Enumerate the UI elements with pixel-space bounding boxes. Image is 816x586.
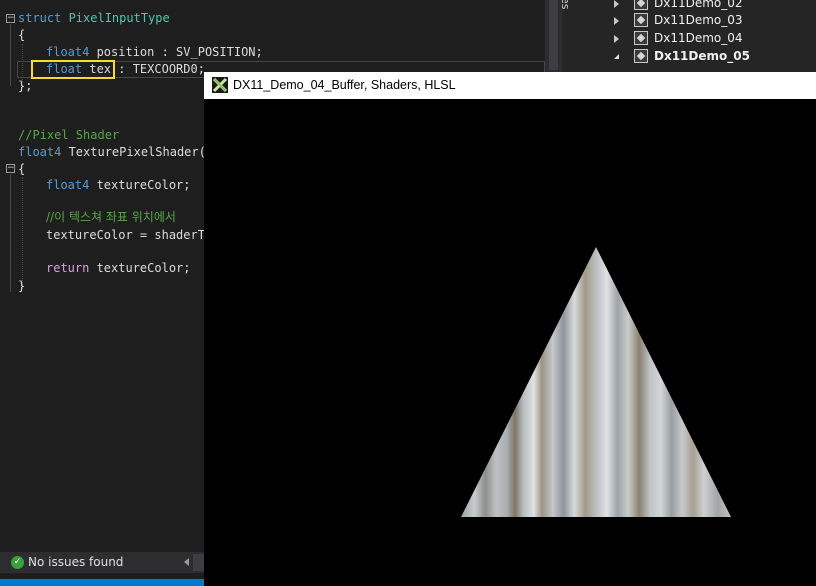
fold-guide-function <box>10 174 11 292</box>
fold-toggle-function-icon[interactable]: − <box>6 164 15 173</box>
horizontal-scrollbar[interactable] <box>193 554 204 571</box>
textured-triangle <box>461 247 731 517</box>
status-bar: ✓ No issues found <box>0 552 204 573</box>
status-text[interactable]: No issues found <box>28 552 123 573</box>
scrollbar-thumb[interactable] <box>549 0 558 70</box>
project-icon <box>634 31 648 45</box>
window-titlebar[interactable]: DX11_Demo_04_Buffer, Shaders, HLSL <box>204 72 816 99</box>
project-icon <box>634 13 648 27</box>
code-line-function-signature: float4 TexturePixelShader(F <box>18 145 214 159</box>
code-line-texturecolor-decl: float4 textureColor; <box>46 178 191 192</box>
directx-x-icon <box>212 77 228 93</box>
indent-guide <box>22 177 23 289</box>
code-line-sample: textureColor = shaderTe <box>46 228 213 242</box>
code-line-korean-comment: //이 텍스쳐 좌표 위치에서 <box>46 210 176 224</box>
solution-explorer-panel: Dx11Demo_02 Dx11Demo_03 Dx11Demo_04 Dx11… <box>588 0 816 72</box>
project-icon <box>634 0 648 10</box>
code-line-5: }; <box>18 79 33 93</box>
expand-arrow-icon[interactable] <box>614 17 619 25</box>
highlight-annotation-box <box>31 60 115 79</box>
code-line-3: float4 position : SV_POSITION; <box>46 45 263 59</box>
fold-toggle-struct-icon[interactable]: − <box>6 14 15 23</box>
code-line-return: return textureColor; <box>46 261 191 275</box>
check-circle-icon: ✓ <box>11 556 24 569</box>
solution-item-dx11demo-05[interactable]: Dx11Demo_05 <box>588 47 816 66</box>
solution-item-dx11demo-03[interactable]: Dx11Demo_03 <box>588 11 816 30</box>
render-canvas <box>461 247 731 517</box>
fold-guide-struct <box>10 24 11 86</box>
code-line-open-brace: { <box>18 162 26 176</box>
dx11-demo-window[interactable]: DX11_Demo_04_Buffer, Shaders, HLSL <box>204 72 816 586</box>
code-line-1: struct PixelInputType <box>18 11 170 25</box>
code-line-close-brace: } <box>18 279 26 293</box>
window-title: DX11_Demo_04_Buffer, Shaders, HLSL <box>233 78 456 92</box>
expand-arrow-icon[interactable] <box>614 0 619 8</box>
side-tool-tab-label[interactable]: es <box>559 0 572 10</box>
project-icon <box>634 49 648 63</box>
indent-guide <box>22 44 23 82</box>
code-line-comment-pixel-shader: //Pixel Shader <box>18 128 120 142</box>
ide-status-strip <box>0 579 204 586</box>
collapse-arrow-icon[interactable] <box>614 54 619 59</box>
expand-arrow-icon[interactable] <box>614 35 619 43</box>
code-line-2: { <box>18 28 26 42</box>
solution-item-dx11demo-04[interactable]: Dx11Demo_04 <box>588 29 816 48</box>
scroll-left-icon[interactable] <box>184 558 189 566</box>
